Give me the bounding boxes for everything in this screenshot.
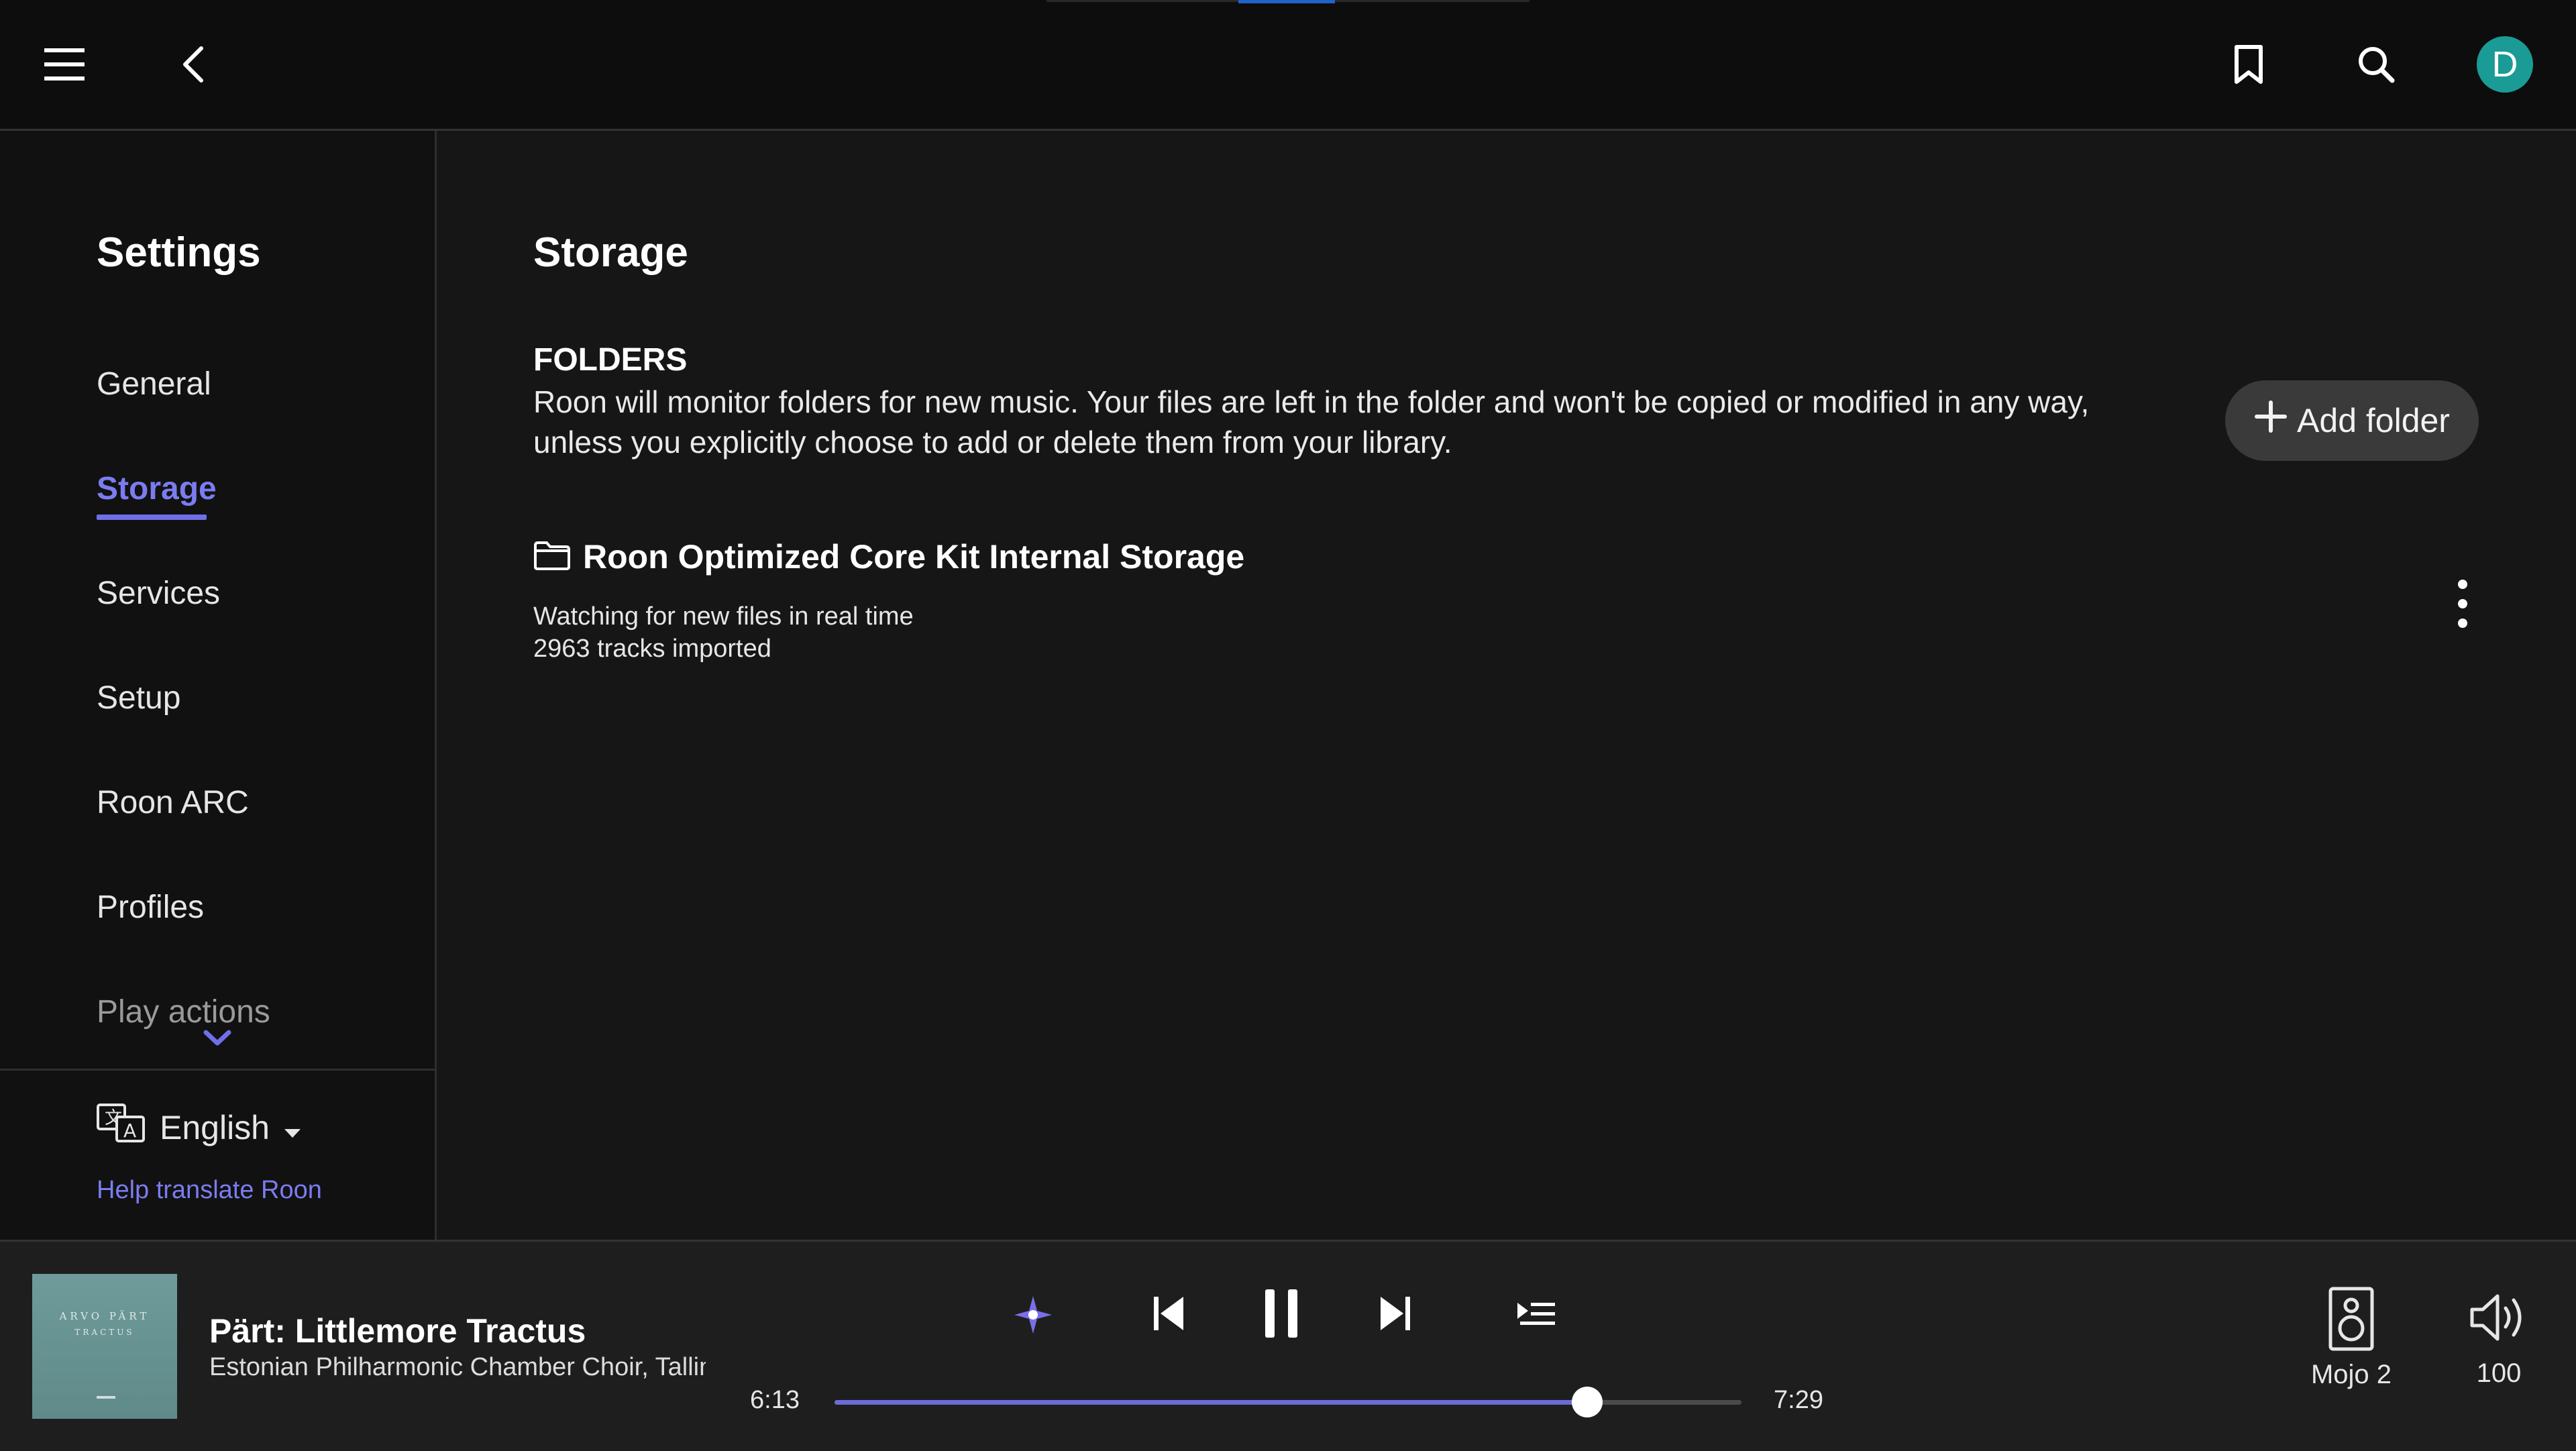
speaker-icon bbox=[2328, 1287, 2375, 1354]
plus-icon bbox=[2254, 400, 2288, 441]
volume-level: 100 bbox=[2476, 1358, 2522, 1388]
album-art-artist: ARVO PÄRT bbox=[59, 1310, 150, 1322]
add-folder-button[interactable]: Add folder bbox=[2225, 380, 2479, 461]
radio-sparkle-icon[interactable] bbox=[1010, 1292, 1056, 1338]
sidebar-item-profiles[interactable]: Profiles bbox=[97, 889, 204, 926]
folder-icon bbox=[533, 540, 571, 574]
hamburger-menu-icon[interactable] bbox=[40, 40, 89, 89]
seek-bar-fill bbox=[835, 1400, 1588, 1405]
sidebar-item-services[interactable]: Services bbox=[97, 575, 220, 612]
help-translate-link[interactable]: Help translate Roon bbox=[97, 1176, 322, 1205]
volume-icon bbox=[2468, 1294, 2530, 1346]
top-bar: D bbox=[0, 0, 2576, 131]
next-track-icon[interactable] bbox=[1375, 1288, 1415, 1339]
volume-control[interactable]: 100 bbox=[2455, 1292, 2542, 1389]
now-playing-bar: ARVO PÄRT TRACTUS Pärt: Littlemore Tract… bbox=[0, 1240, 2576, 1451]
previous-track-icon[interactable] bbox=[1148, 1288, 1189, 1339]
folder-status: Watching for new files in real time 2963… bbox=[533, 600, 914, 665]
sidebar-item-general[interactable]: General bbox=[97, 366, 211, 402]
language-label: English bbox=[160, 1109, 270, 1146]
album-art[interactable]: ARVO PÄRT TRACTUS bbox=[32, 1274, 177, 1419]
zone-label: Mojo 2 bbox=[2310, 1360, 2392, 1389]
sidebar-item-setup[interactable]: Setup bbox=[97, 680, 180, 716]
folders-description: Roon will monitor folders for new music.… bbox=[533, 384, 2090, 460]
folder-name: Roon Optimized Core Kit Internal Storage bbox=[583, 538, 1245, 576]
add-folder-label: Add folder bbox=[2297, 402, 2450, 439]
seek-handle[interactable] bbox=[1572, 1387, 1603, 1417]
search-icon[interactable] bbox=[2352, 39, 2400, 90]
svg-text:A: A bbox=[123, 1120, 136, 1142]
track-title[interactable]: Pärt: Littlemore Tractus bbox=[209, 1311, 586, 1350]
storage-panel: Storage FOLDERS Roon will monitor folder… bbox=[437, 131, 2576, 1240]
translate-icon: 文 A bbox=[97, 1104, 146, 1152]
zone-selector[interactable]: Mojo 2 bbox=[2294, 1287, 2408, 1390]
settings-sidebar: Settings General Storage Services Setup … bbox=[0, 131, 437, 1240]
language-selector[interactable]: 文 A English bbox=[97, 1104, 302, 1152]
sidebar-item-storage[interactable]: Storage bbox=[97, 470, 217, 507]
page-indicator bbox=[1046, 0, 1529, 3]
folder-watch-status: Watching for new files in real time bbox=[533, 602, 914, 631]
folder-item[interactable]: Roon Optimized Core Kit Internal Storage bbox=[533, 537, 1244, 576]
sidebar-divider bbox=[0, 1069, 435, 1071]
bookmark-icon[interactable] bbox=[2224, 39, 2273, 90]
elapsed-time: 6:13 bbox=[750, 1386, 800, 1414]
queue-icon[interactable] bbox=[1513, 1292, 1559, 1335]
sidebar-title: Settings bbox=[97, 229, 261, 276]
page-title: Storage bbox=[533, 229, 688, 276]
track-artist[interactable]: Estonian Philharmonic Chamber Choir, Tal… bbox=[209, 1353, 706, 1382]
more-options-icon[interactable] bbox=[2443, 574, 2483, 634]
chevron-left-icon[interactable] bbox=[169, 40, 217, 89]
chevron-down-icon[interactable] bbox=[203, 1030, 231, 1051]
avatar-initial: D bbox=[2491, 44, 2518, 85]
caret-down-icon bbox=[283, 1108, 302, 1147]
total-duration: 7:29 bbox=[1774, 1386, 1823, 1414]
album-art-title: TRACTUS bbox=[74, 1328, 135, 1337]
folder-track-count: 2963 tracks imported bbox=[533, 635, 771, 663]
active-tab-underline bbox=[97, 515, 207, 520]
folders-heading: FOLDERS bbox=[533, 342, 688, 378]
avatar[interactable]: D bbox=[2477, 36, 2533, 93]
seek-bar[interactable] bbox=[835, 1387, 1741, 1417]
pause-icon[interactable] bbox=[1256, 1285, 1307, 1342]
page-indicator-active bbox=[1238, 0, 1335, 3]
sidebar-item-play-actions[interactable]: Play actions bbox=[97, 993, 270, 1030]
album-art-label-mark bbox=[97, 1396, 115, 1399]
sidebar-item-roon-arc[interactable]: Roon ARC bbox=[97, 784, 249, 821]
